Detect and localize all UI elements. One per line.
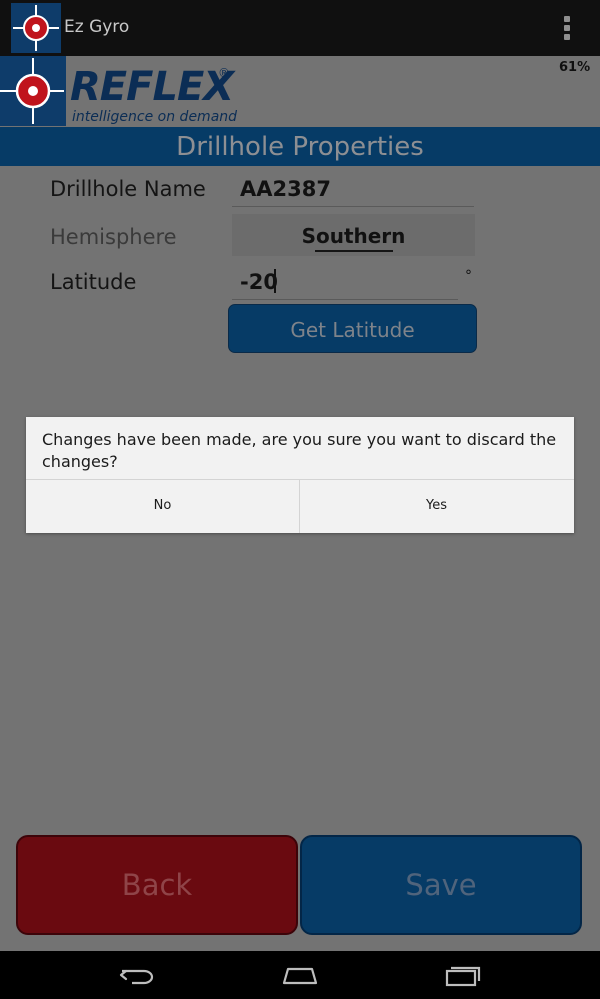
reflex-logo-icon [0, 56, 66, 126]
battery-level: 61% [559, 60, 591, 75]
dialog-yes-label: Yes [426, 498, 447, 513]
logo-tagline: intelligence on demand [72, 109, 238, 125]
back-button[interactable]: Back [16, 835, 298, 935]
latitude-field[interactable]: -20 [240, 270, 278, 294]
discard-changes-dialog: Changes have been made, are you sure you… [26, 417, 574, 533]
navigation-bar [0, 951, 600, 999]
nav-recents-icon[interactable] [443, 963, 483, 987]
logo-wordmark: REFLEX [70, 64, 234, 110]
drillhole-name-field[interactable]: AA2387 [240, 177, 331, 201]
page-title: Drillhole Properties [176, 132, 424, 162]
logo-registered-mark: ® [218, 66, 230, 80]
latitude-unit: ° [465, 268, 472, 284]
save-button-label: Save [405, 868, 477, 902]
hemisphere-label: Hemisphere [50, 225, 177, 249]
dialog-no-button[interactable]: No [26, 480, 299, 533]
save-button[interactable]: Save [300, 835, 582, 935]
nav-home-icon[interactable] [280, 963, 320, 987]
title-band: Drillhole Properties [0, 127, 600, 166]
hemisphere-spinner-indicator [315, 250, 393, 252]
app-title: Ez Gyro [64, 17, 130, 37]
drillhole-name-underline [232, 206, 474, 207]
overflow-menu-icon[interactable] [563, 16, 571, 40]
drillhole-name-label: Drillhole Name [50, 177, 206, 201]
dialog-message: Changes have been made, are you sure you… [42, 430, 557, 471]
screen: Ez Gyro REFLEX ® intelligence on demand … [0, 0, 600, 999]
latitude-label: Latitude [50, 270, 137, 294]
app-icon [11, 3, 61, 53]
get-latitude-button[interactable]: Get Latitude [228, 304, 477, 353]
latitude-underline [232, 299, 458, 300]
nav-back-icon[interactable] [118, 963, 158, 987]
logo-header: REFLEX ® intelligence on demand 61% [0, 56, 600, 126]
hemisphere-value: Southern [301, 224, 406, 248]
get-latitude-label: Get Latitude [290, 318, 415, 342]
back-button-label: Back [121, 868, 193, 902]
action-bar: Ez Gyro [0, 0, 600, 56]
dialog-no-label: No [153, 498, 172, 513]
text-cursor [274, 269, 276, 293]
dialog-yes-button[interactable]: Yes [300, 480, 573, 533]
